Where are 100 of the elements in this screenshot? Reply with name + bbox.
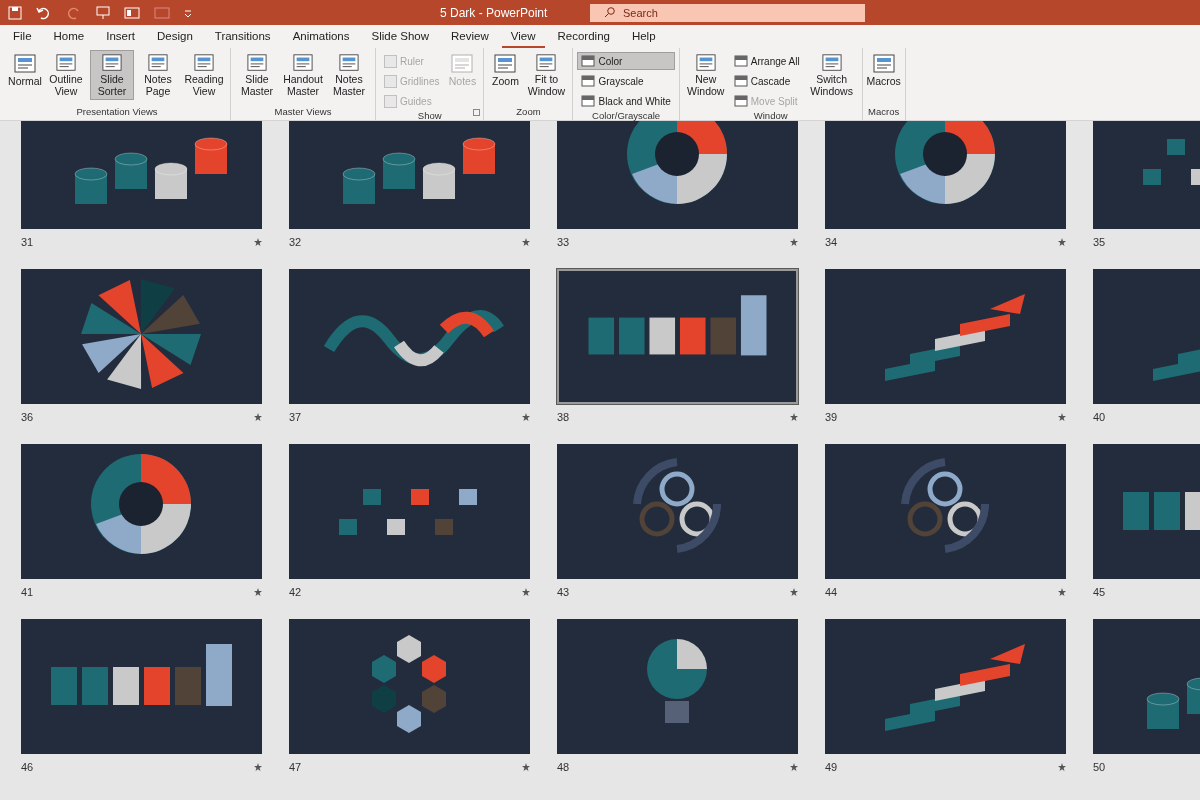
- star-icon: [254, 238, 262, 246]
- save-icon[interactable]: [8, 5, 22, 20]
- ribbon-button[interactable]: Slide Sorter: [90, 50, 134, 100]
- dialog-launcher-icon[interactable]: [473, 109, 481, 116]
- view-icon: [493, 53, 518, 75]
- ribbon-tab[interactable]: Animations: [283, 30, 359, 48]
- ribbon-tab[interactable]: Insert: [97, 30, 144, 48]
- ribbon-tab[interactable]: Review: [442, 30, 498, 48]
- star-icon: [790, 413, 798, 421]
- slide-thumbnail[interactable]: [289, 619, 530, 754]
- ribbon-button[interactable]: Black and White: [577, 92, 675, 110]
- ribbon-button[interactable]: Notes Master: [327, 50, 371, 100]
- slide-thumbnail[interactable]: [21, 619, 262, 754]
- star-icon: [522, 588, 530, 596]
- ribbon-button[interactable]: Handout Master: [281, 50, 325, 100]
- window-title: 5 Dark - PowerPoint: [440, 5, 548, 20]
- option-icon: [581, 75, 596, 87]
- star-icon: [1058, 413, 1066, 421]
- view-icon: [100, 53, 124, 73]
- slide-number: 43: [557, 586, 570, 598]
- slide-thumbnail[interactable]: [825, 444, 1066, 579]
- option-icon: [733, 95, 748, 107]
- view-icon: [146, 53, 170, 73]
- star-icon: [254, 763, 262, 771]
- star-icon: [1058, 763, 1066, 771]
- ribbon-tab[interactable]: Home: [44, 30, 94, 48]
- star-icon: [790, 238, 798, 246]
- slide-number: 45: [1093, 586, 1106, 598]
- slide-thumbnail[interactable]: [557, 269, 798, 404]
- view-icon: [291, 53, 315, 73]
- ribbon-tab[interactable]: Transitions: [205, 30, 280, 48]
- slide-thumbnail[interactable]: [557, 619, 798, 754]
- star-icon: [790, 588, 798, 596]
- ribbon-button[interactable]: Outline View: [44, 50, 88, 100]
- slide-number: 38: [557, 411, 570, 423]
- ribbon-tab[interactable]: File: [4, 30, 41, 48]
- slide-number: 36: [21, 411, 34, 423]
- view-icon: [13, 53, 37, 75]
- slide-thumbnail[interactable]: [557, 444, 798, 579]
- ribbon-button[interactable]: Slide Master: [235, 50, 279, 100]
- star-icon: [1058, 588, 1066, 596]
- slide-thumbnail[interactable]: [557, 121, 798, 229]
- view-icon: [54, 53, 78, 73]
- group-label: Master Views: [273, 106, 333, 119]
- ribbon-tab[interactable]: Slide Show: [362, 30, 439, 48]
- group-label: Color/Grayscale: [591, 110, 662, 122]
- option-icon: [733, 75, 748, 87]
- ribbon-tab[interactable]: Help: [622, 30, 665, 48]
- slide-number: 31: [21, 236, 34, 248]
- ribbon-button[interactable]: Macros: [866, 50, 901, 100]
- slide-number: 37: [289, 411, 302, 423]
- undo-icon[interactable]: [36, 5, 52, 20]
- view-icon: [693, 53, 718, 73]
- slide-thumbnail[interactable]: [289, 269, 530, 404]
- ribbon-button[interactable]: Color: [577, 52, 675, 70]
- customize-icon[interactable]: [184, 7, 192, 18]
- slide-number: 49: [825, 761, 838, 773]
- view-icon: [192, 53, 216, 73]
- group-label: Show: [416, 110, 443, 122]
- ribbon-button[interactable]: Notes Page: [136, 50, 180, 100]
- slide-number: 44: [825, 586, 838, 598]
- group-label: Presentation Views: [75, 106, 159, 119]
- option-icon: [581, 95, 596, 107]
- ribbon-button[interactable]: Cascade: [729, 72, 804, 90]
- ribbon-button[interactable]: New Window: [683, 50, 728, 100]
- slide-number: 46: [21, 761, 34, 773]
- slide-thumbnail[interactable]: [21, 269, 262, 404]
- option-icon: [733, 55, 748, 67]
- ribbon-button[interactable]: Switch Windows: [805, 50, 858, 100]
- ribbon-button[interactable]: Zoom: [488, 50, 523, 100]
- ribbon-button[interactable]: Arrange All: [729, 52, 804, 70]
- search-icon: [604, 7, 615, 18]
- ribbon-button[interactable]: Normal: [8, 50, 42, 100]
- slide-thumbnail[interactable]: [825, 619, 1066, 754]
- slide-thumbnail[interactable]: [289, 121, 530, 229]
- slide-thumbnail[interactable]: [825, 269, 1066, 404]
- star-icon: [254, 588, 262, 596]
- slide-number: 40: [1093, 411, 1106, 423]
- slide-number: 50: [1093, 761, 1106, 773]
- ribbon-button[interactable]: Fit to Window: [524, 50, 569, 100]
- slide-number: 33: [557, 236, 570, 248]
- group-label: Zoom: [515, 106, 542, 119]
- star-icon: [790, 763, 798, 771]
- ribbon-tab[interactable]: Recording: [548, 30, 619, 48]
- slide-thumbnail[interactable]: [21, 444, 262, 579]
- star-icon: [1058, 238, 1066, 246]
- star-icon: [522, 763, 530, 771]
- view-icon: [871, 53, 896, 75]
- ribbon-button[interactable]: Grayscale: [577, 72, 675, 90]
- slide-thumbnail[interactable]: [21, 121, 262, 229]
- slide-number: 47: [289, 761, 302, 773]
- presenter-icon[interactable]: [96, 5, 110, 20]
- slide-thumbnail[interactable]: [825, 121, 1066, 229]
- slide-thumbnail[interactable]: [289, 444, 530, 579]
- ribbon-button[interactable]: Reading View: [182, 50, 226, 100]
- view-icon: [534, 53, 559, 73]
- slide-layout-icon[interactable]: [124, 6, 140, 19]
- ribbon-tab[interactable]: Design: [148, 30, 202, 48]
- view-icon: [245, 53, 269, 73]
- search-field[interactable]: Search: [590, 3, 865, 22]
